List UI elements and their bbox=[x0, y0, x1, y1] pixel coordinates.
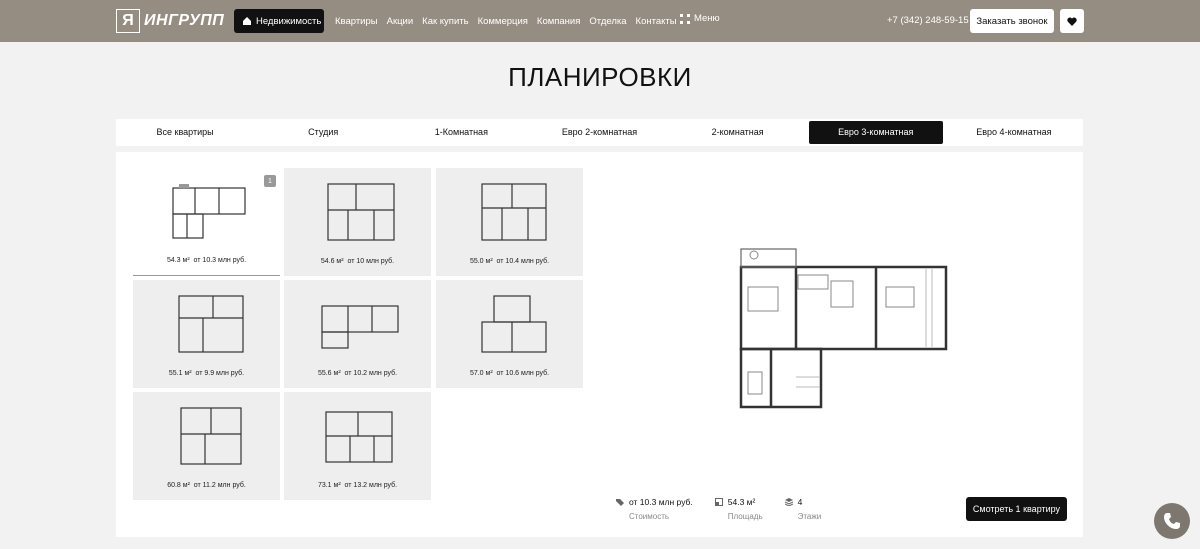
selected-floor-plan bbox=[739, 248, 948, 409]
tab-2-room[interactable]: 2-комнатная bbox=[671, 121, 805, 144]
area-value: 54.3 м² bbox=[727, 497, 756, 507]
tab-1-room[interactable]: 1-Комнатная bbox=[394, 121, 528, 144]
plan-caption: 55.1 м² от 9.9 млн руб. bbox=[168, 370, 245, 377]
floating-call-button[interactable] bbox=[1154, 503, 1190, 539]
plan-card[interactable]: 73.1 м² от 13.2 млн руб. bbox=[284, 392, 431, 500]
plan-caption: 73.1 м² от 13.2 млн руб. bbox=[317, 482, 398, 489]
logo-mark: Я bbox=[116, 9, 140, 33]
menu-label: Меню bbox=[694, 13, 720, 24]
site-header: Я ИНГРУПП Недвижимость Квартиры Акции Ка… bbox=[0, 0, 1200, 42]
plan-caption: 55.6 м² от 10.2 млн руб. bbox=[317, 370, 398, 377]
nav-link-finishing[interactable]: Отделка bbox=[589, 16, 626, 27]
nav-link-promos[interactable]: Акции bbox=[387, 16, 414, 27]
menu-grid-icon bbox=[680, 13, 690, 24]
layout-type-tabs: Все квартиры Студия 1-Комнатная Евро 2-к… bbox=[116, 119, 1083, 146]
tab-euro-3-room[interactable]: Евро 3-комнатная bbox=[808, 121, 943, 144]
logo[interactable]: Я ИНГРУПП bbox=[116, 9, 224, 33]
view-apartments-button[interactable]: Смотреть 1 квартиру bbox=[966, 497, 1067, 521]
favorites-button[interactable] bbox=[1060, 9, 1084, 33]
tab-all[interactable]: Все квартиры bbox=[118, 121, 252, 144]
price-label: Стоимость bbox=[629, 512, 670, 521]
selected-plan-stats: от 10.3 млн руб. Стоимость 54.3 м² Площа… bbox=[616, 497, 843, 521]
phone-icon bbox=[1164, 513, 1180, 529]
plan-card[interactable]: 55.1 м² от 9.9 млн руб. bbox=[133, 280, 280, 388]
count-badge: 1 bbox=[264, 175, 276, 187]
nav-link-how-to-buy[interactable]: Как купить bbox=[422, 16, 468, 27]
plan-card[interactable]: 60.8 м² от 11.2 млн руб. bbox=[133, 392, 280, 500]
logo-text: ИНГРУПП bbox=[144, 12, 225, 29]
tab-euro-2-room[interactable]: Евро 2-комнатная bbox=[532, 121, 666, 144]
phone-link[interactable]: +7 (342) 248-59-15 bbox=[887, 15, 969, 26]
plan-caption: 55.0 м² от 10.4 млн руб. bbox=[469, 258, 550, 265]
plan-card[interactable]: 55.6 м² от 10.2 млн руб. bbox=[284, 280, 431, 388]
plan-card[interactable]: 1 54.3 м² от 10.3 млн руб. bbox=[133, 168, 280, 276]
nav-realty-label: Недвижимость bbox=[256, 15, 322, 27]
nav-link-commercial[interactable]: Коммерция bbox=[478, 16, 528, 27]
nav-link-apartments[interactable]: Квартиры bbox=[335, 16, 378, 27]
heart-icon bbox=[1067, 17, 1077, 26]
floor-plan-thumb bbox=[327, 183, 395, 241]
plan-caption: 54.6 м² от 10 млн руб. bbox=[320, 258, 395, 265]
menu-button[interactable]: Меню bbox=[680, 13, 720, 24]
tag-icon bbox=[616, 499, 624, 506]
main-nav: Квартиры Акции Как купить Коммерция Комп… bbox=[335, 0, 686, 42]
floor-plan-thumb bbox=[321, 305, 399, 349]
price-value: от 10.3 млн руб. bbox=[629, 497, 693, 507]
area-icon bbox=[714, 498, 723, 506]
plan-caption: 54.3 м² от 10.3 млн руб. bbox=[166, 257, 247, 264]
floor-plan-thumb bbox=[178, 295, 244, 353]
floor-plan-thumb bbox=[481, 183, 547, 241]
nav-link-contacts[interactable]: Контакты bbox=[636, 16, 677, 27]
plan-caption: 60.8 м² от 11.2 млн руб. bbox=[167, 482, 246, 489]
layouts-panel: 1 54.3 м² от 10.3 млн руб. 54.6 м² от 10… bbox=[116, 152, 1083, 537]
page-title: ПЛАНИРОВКИ bbox=[508, 62, 692, 92]
area-stat: 54.3 м² Площадь bbox=[714, 497, 763, 521]
layers-icon bbox=[784, 498, 793, 506]
callback-button[interactable]: Заказать звонок bbox=[970, 9, 1054, 33]
floors-stat: 4 Этажи bbox=[784, 497, 822, 521]
nav-link-company[interactable]: Компания bbox=[537, 16, 580, 27]
area-label: Площадь bbox=[727, 512, 763, 521]
home-icon bbox=[243, 17, 251, 25]
plan-card[interactable]: 55.0 м² от 10.4 млн руб. bbox=[436, 168, 583, 276]
tab-euro-4-room[interactable]: Евро 4-комнатная bbox=[947, 121, 1081, 144]
plan-card[interactable]: 54.6 м² от 10 млн руб. bbox=[284, 168, 431, 276]
nav-realty-button[interactable]: Недвижимость bbox=[234, 9, 324, 33]
plan-card[interactable]: 57.0 м² от 10.6 млн руб. bbox=[436, 280, 583, 388]
floors-value: 4 bbox=[797, 497, 803, 507]
plan-caption: 57.0 м² от 10.6 млн руб. bbox=[469, 370, 550, 377]
floor-plan-thumb bbox=[180, 407, 242, 465]
tab-studio[interactable]: Студия bbox=[256, 121, 390, 144]
floor-plan-thumb bbox=[481, 295, 547, 353]
floor-plan-thumb bbox=[325, 411, 393, 463]
floors-label: Этажи bbox=[797, 512, 822, 521]
floor-plan-thumb bbox=[172, 184, 246, 239]
price-stat: от 10.3 млн руб. Стоимость bbox=[616, 497, 693, 521]
